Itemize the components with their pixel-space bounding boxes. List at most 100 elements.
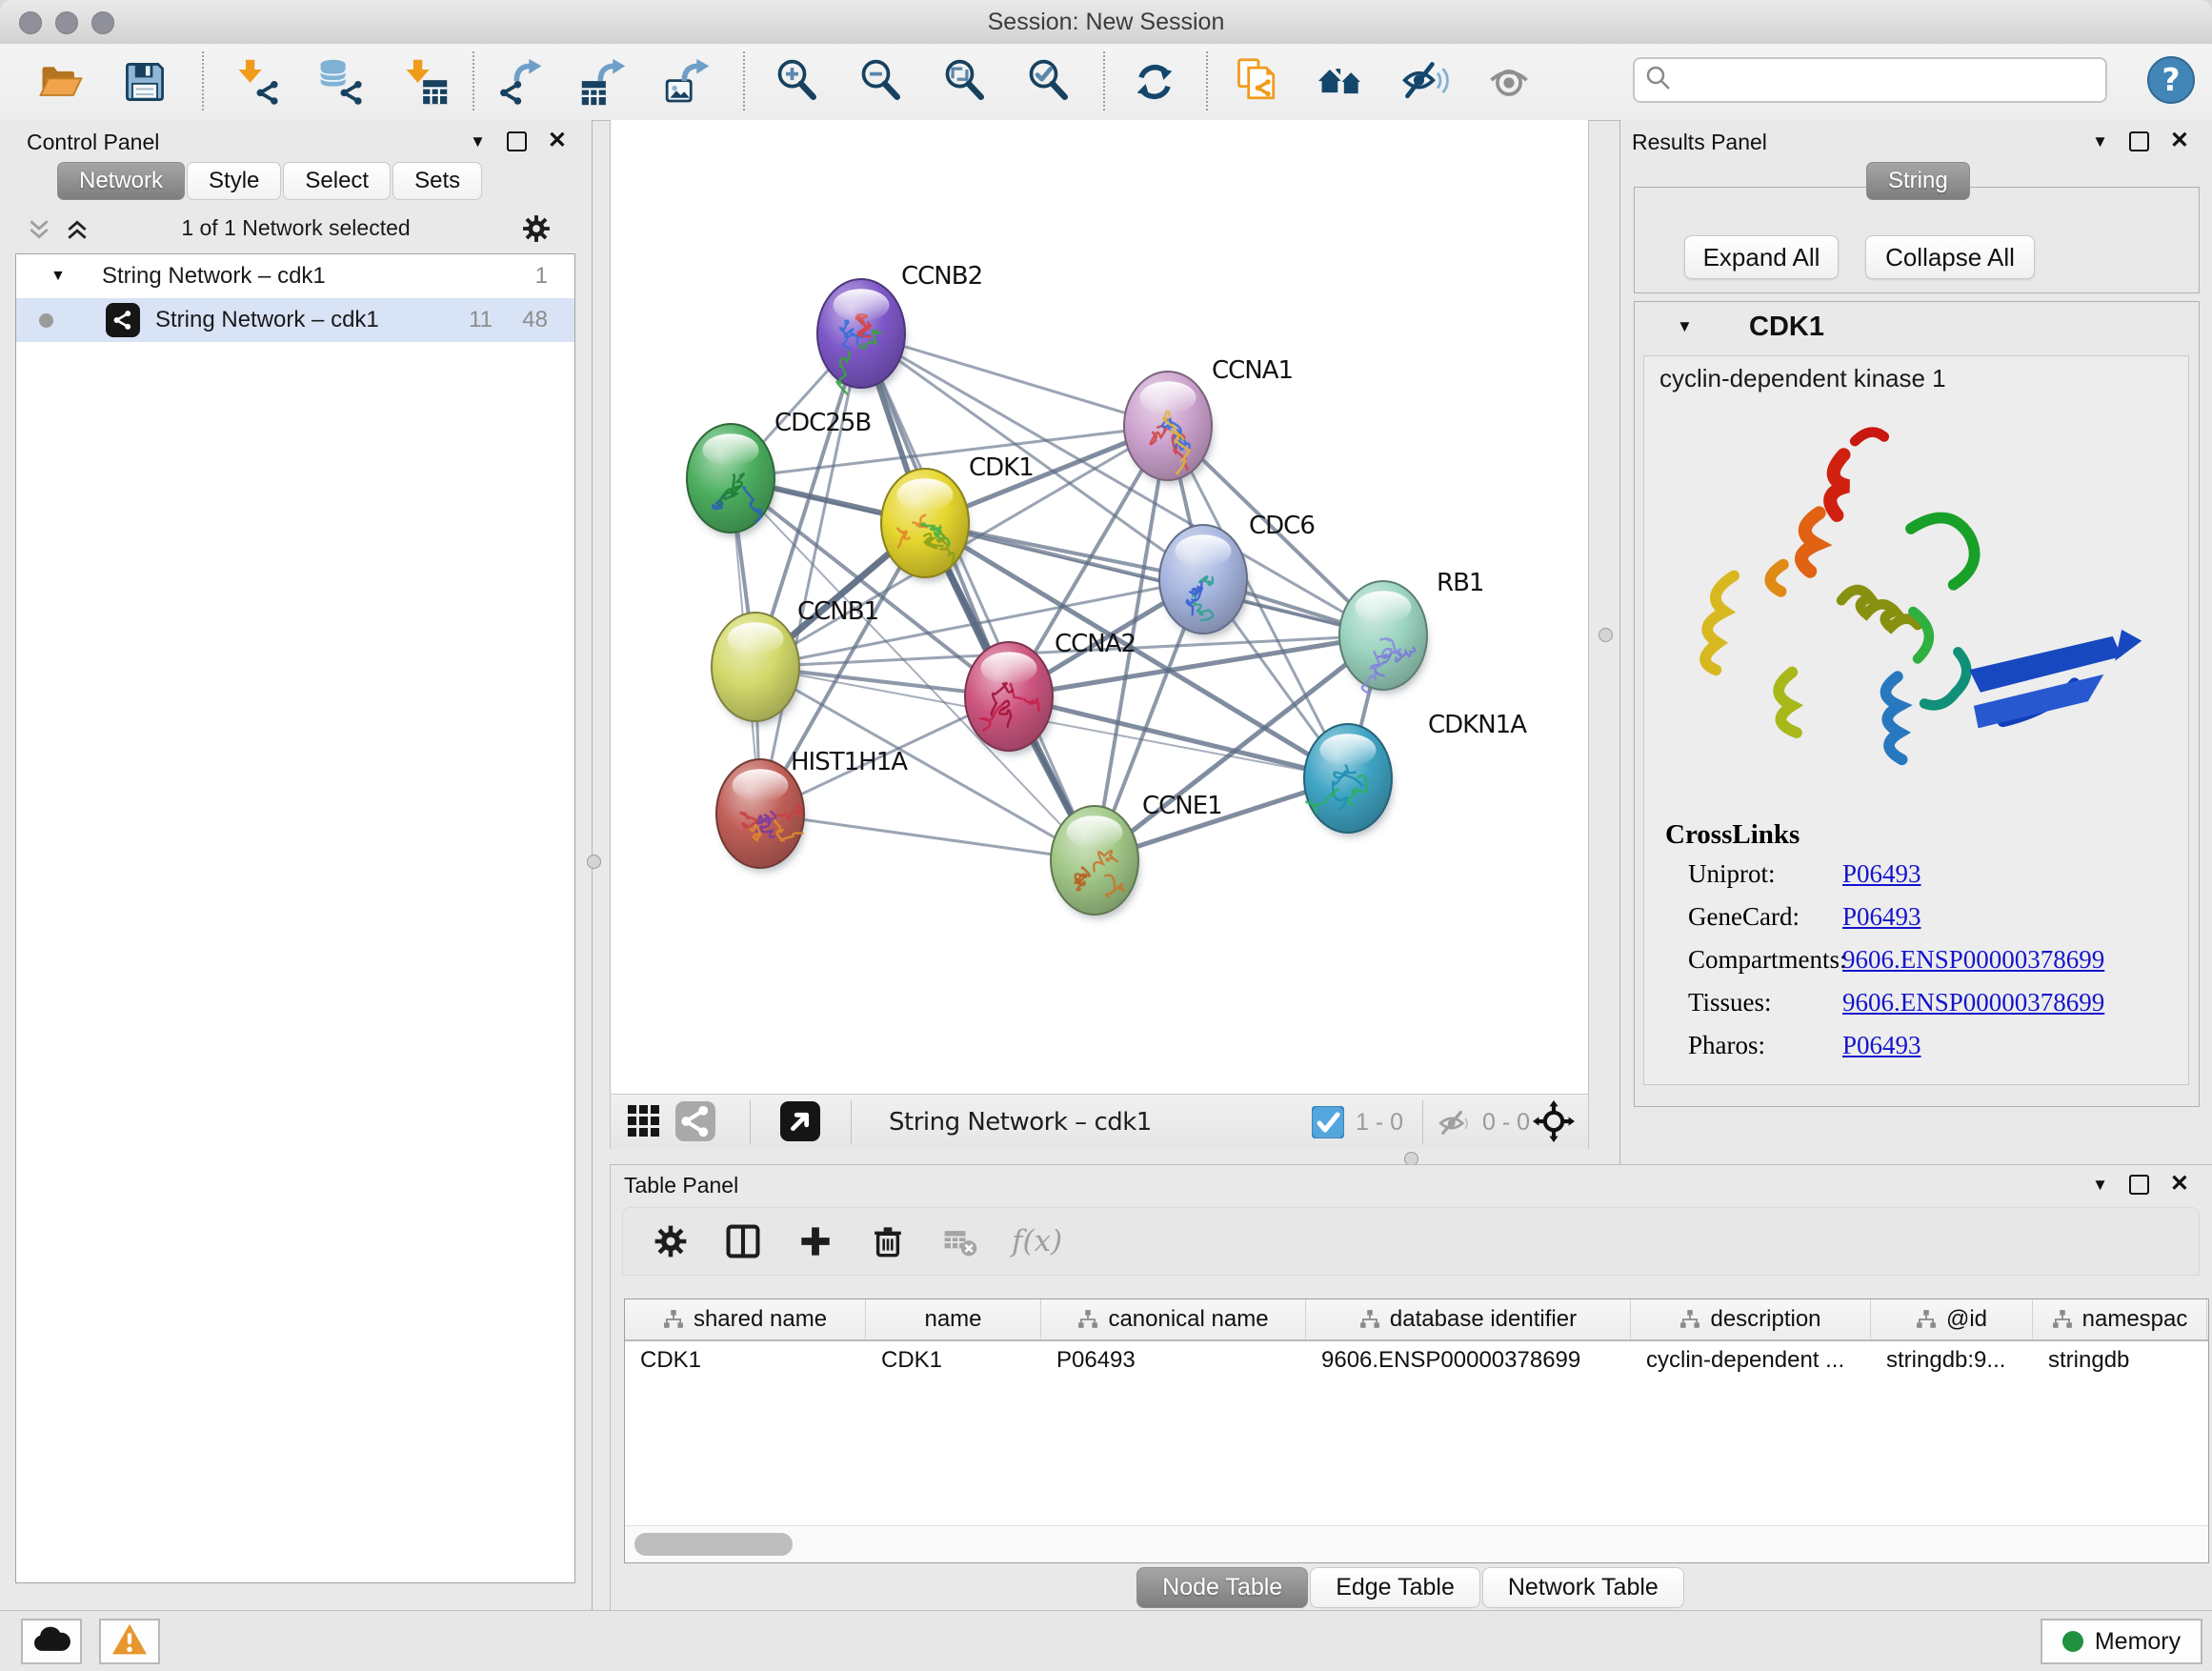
memory-button[interactable]: Memory [2041, 1619, 2202, 1664]
import-network-button[interactable] [231, 55, 284, 109]
export-table-button[interactable] [577, 55, 631, 109]
network-node-hist1h1a[interactable]: HIST1H1A [716, 748, 908, 872]
scrollbar-thumb[interactable] [634, 1533, 793, 1556]
column-header-namespac[interactable]: namespac [2033, 1299, 2207, 1339]
table-cell: stringdb:9... [1871, 1341, 2033, 1379]
export-network-button[interactable] [493, 55, 547, 109]
toolbar-separator [851, 1100, 852, 1144]
network-edge [861, 333, 1095, 860]
string-app-button[interactable] [1231, 55, 1284, 109]
collapse-all-button[interactable]: Collapse All [1865, 235, 2035, 279]
network-overview-button[interactable] [1315, 55, 1368, 109]
network-node-cdkn1a[interactable]: CDKN1A [1304, 711, 1527, 836]
help-button[interactable]: ? [2146, 55, 2196, 105]
grid-view-icon[interactable] [626, 1103, 662, 1144]
splitter-handle[interactable] [1599, 628, 1613, 642]
tab-network[interactable]: Network [57, 162, 185, 200]
save-session-button[interactable] [118, 55, 171, 109]
search-input[interactable] [1680, 66, 2096, 94]
zoom-fit-button[interactable] [939, 55, 993, 109]
network-node-cdc6[interactable]: CDC6 [1159, 512, 1315, 637]
table-toolbar: f(x) [622, 1207, 2200, 1276]
panel-close-icon[interactable]: ✕ [2170, 130, 2189, 152]
panel-minimize-icon[interactable]: ▼ [2092, 1177, 2108, 1193]
show-hidden-button[interactable] [1482, 55, 1536, 109]
network-node-ccne1[interactable]: CCNE1 [1051, 792, 1222, 918]
node-label-cdc25b: CDC25B [774, 409, 871, 437]
column-header-description[interactable]: description [1631, 1299, 1871, 1339]
fit-selected-crosshair-icon[interactable] [1533, 1100, 1575, 1147]
column-header-canonical-name[interactable]: canonical name [1041, 1299, 1306, 1339]
column-header-shared-name[interactable]: shared name [625, 1299, 866, 1339]
column-header--id[interactable]: @id [1871, 1299, 2033, 1339]
search-box[interactable] [1633, 57, 2107, 103]
table-row[interactable]: CDK1CDK1P064939606.ENSP00000378699cyclin… [625, 1341, 2208, 1379]
crosslink-link[interactable]: P06493 [1842, 859, 1921, 889]
network-canvas[interactable]: CCNB2CCNA1CDC25BCDK1CDC6RB1CCNB1CCNA2CDK… [610, 120, 1589, 1094]
crosslink-link[interactable]: 9606.ENSP00000378699 [1842, 988, 2104, 1017]
network-selection-status: 1 of 1 Network selected [0, 215, 592, 241]
hide-selected-button[interactable] [1398, 55, 1452, 109]
network-options-gear-icon[interactable] [520, 212, 553, 250]
node-label-ccna1: CCNA1 [1212, 356, 1293, 385]
network-row[interactable]: String Network – cdk1 11 48 [16, 298, 574, 342]
tab-style[interactable]: Style [187, 162, 281, 200]
import-database-button[interactable] [314, 55, 368, 109]
panel-close-icon[interactable]: ✕ [548, 130, 567, 152]
tab-network-table[interactable]: Network Table [1482, 1567, 1684, 1608]
toolbar-separator [473, 51, 474, 111]
column-header-name[interactable]: name [866, 1299, 1041, 1339]
tab-string[interactable]: String [1866, 162, 1970, 200]
open-session-button[interactable] [34, 55, 88, 109]
entry-header[interactable]: ▼ CDK1 [1635, 302, 2199, 353]
add-column-icon[interactable] [794, 1220, 836, 1262]
network-node-ccna2[interactable]: CCNA2 [965, 630, 1136, 755]
refresh-network-button[interactable] [1128, 55, 1181, 109]
table-settings-gear-icon[interactable] [650, 1220, 692, 1262]
crosslink-link[interactable]: 9606.ENSP00000378699 [1842, 945, 2104, 975]
network-tree: ▼ String Network – cdk1 1 String Network… [15, 253, 575, 1583]
panel-float-icon[interactable] [2129, 1175, 2149, 1195]
crosslink-link[interactable]: P06493 [1842, 902, 1921, 932]
show-columns-icon[interactable] [722, 1220, 764, 1262]
zoom-selected-button[interactable] [1023, 55, 1076, 109]
birdseye-view-icon[interactable] [780, 1101, 820, 1146]
tab-edge-table[interactable]: Edge Table [1310, 1567, 1480, 1608]
delete-table-icon[interactable] [939, 1220, 981, 1262]
cloud-status-button[interactable] [21, 1619, 82, 1664]
entry-expand-arrow-icon[interactable]: ▼ [1677, 317, 1693, 336]
export-image-button[interactable] [661, 55, 714, 109]
hidden-eye-icon[interactable] [1438, 1106, 1472, 1145]
column-header-database-identifier[interactable]: database identifier [1306, 1299, 1631, 1339]
panel-minimize-icon[interactable]: ▼ [2092, 133, 2108, 150]
zoom-in-button[interactable] [772, 55, 825, 109]
table-horizontal-scrollbar[interactable] [625, 1525, 2208, 1562]
delete-column-icon[interactable] [867, 1220, 909, 1262]
tab-node-table[interactable]: Node Table [1136, 1567, 1308, 1608]
selected-nodes-checkbox-icon[interactable] [1312, 1106, 1344, 1143]
panel-float-icon[interactable] [507, 131, 527, 151]
zoom-out-button[interactable] [855, 55, 909, 109]
tab-sets[interactable]: Sets [392, 162, 482, 200]
network-node-ccnb2[interactable]: CCNB2 [817, 262, 982, 394]
panel-close-icon[interactable]: ✕ [2170, 1173, 2189, 1196]
function-builder-icon[interactable]: f(x) [1012, 1224, 1062, 1258]
panel-float-icon[interactable] [2129, 131, 2149, 151]
network-collection-row[interactable]: ▼ String Network – cdk1 1 [16, 254, 574, 298]
entry-details: cyclin-dependent kinase 1 [1643, 355, 2189, 1085]
collection-expand-arrow-icon[interactable]: ▼ [50, 268, 66, 285]
crosslink-row: Uniprot:P06493 [1688, 859, 2183, 889]
network-node-rb1[interactable]: RB1 [1339, 569, 1483, 694]
expand-all-button[interactable]: Expand All [1684, 235, 1839, 279]
import-table-button[interactable] [398, 55, 452, 109]
warnings-button[interactable] [99, 1619, 160, 1664]
tab-select[interactable]: Select [283, 162, 391, 200]
hidden-counter: 0 - 0 [1482, 1109, 1530, 1137]
toolbar-separator [1422, 1100, 1423, 1144]
splitter-handle[interactable] [587, 855, 601, 869]
crosslinks-title: CrossLinks [1665, 819, 1800, 851]
crosslink-link[interactable]: P06493 [1842, 1031, 1921, 1060]
node-label-ccne1: CCNE1 [1142, 792, 1222, 820]
network-share-icon[interactable] [675, 1101, 715, 1146]
panel-minimize-icon[interactable]: ▼ [470, 133, 486, 150]
